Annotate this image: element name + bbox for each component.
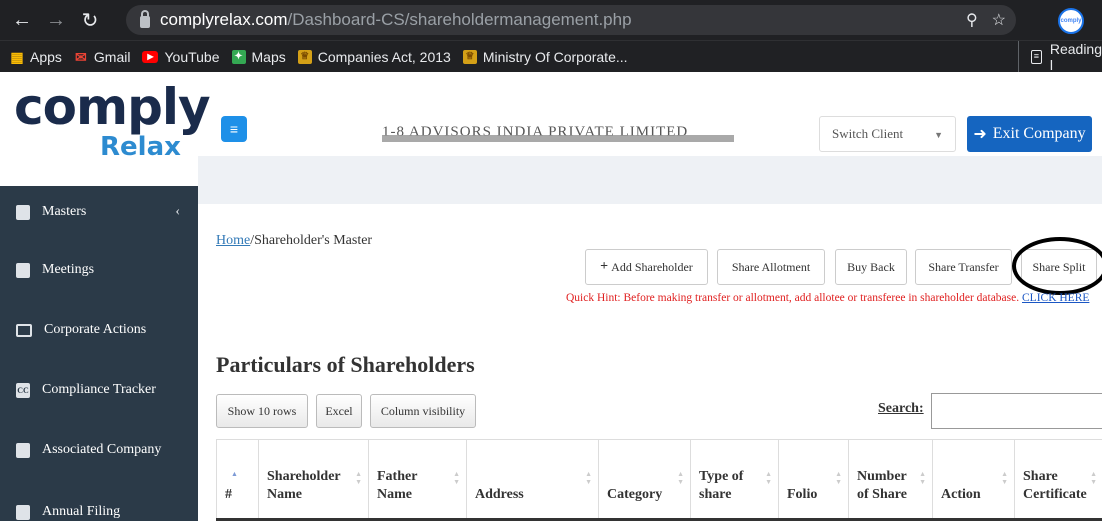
file-icon (16, 504, 30, 520)
logo[interactable]: comply Relax (0, 72, 211, 186)
table-header-number-of-share[interactable]: Number of Share ▲ ▼ (849, 440, 933, 521)
sidebar-item-associated-company[interactable]: Associated Company (0, 430, 198, 470)
share-transfer-button[interactable]: Share Transfer (915, 249, 1012, 285)
building-icon (16, 442, 30, 458)
sidebar-item-corporate-actions[interactable]: Corporate Actions (0, 310, 198, 350)
url-path: /Dashboard-CS/shareholdermanagement.php (287, 10, 632, 29)
book-icon (16, 204, 30, 220)
shareholders-table: # ▲ Shareholder Name ▲ ▼ Father Name ▲ ▼ Add… (216, 439, 1102, 521)
forward-arrow-icon[interactable]: → (42, 6, 70, 34)
show-rows-button[interactable]: Show 10 rows (216, 394, 308, 428)
youtube-icon: ▶ (142, 50, 159, 63)
sort-icon: ▲ ▼ (1090, 470, 1097, 486)
sidebar: Masters ‹ Meetings Corporate Actions CC … (0, 186, 198, 521)
content-top-band (198, 156, 1102, 204)
url-domain: complyrelax.com (160, 10, 288, 29)
cc-icon: CC (16, 382, 30, 398)
breadcrumb-current: /Shareholder's Master (250, 233, 373, 248)
sign-out-icon: ➜ (973, 126, 987, 143)
national-emblem-icon: ♕ (297, 49, 312, 64)
reload-icon[interactable]: ↻ (76, 6, 104, 34)
gmail-icon: ✉ (75, 48, 87, 65)
logo-relax-text: Relax (100, 132, 181, 162)
click-here-link[interactable]: CLICK HERE (1022, 292, 1089, 304)
company-name-redaction (382, 135, 734, 142)
briefcase-icon (16, 262, 30, 278)
sidebar-item-compliance-tracker[interactable]: CC Compliance Tracker (0, 370, 198, 410)
reading-list[interactable]: ≡ Reading l (1018, 41, 1102, 73)
page-title: Particulars of Shareholders (216, 352, 475, 377)
table-header-share-certificate[interactable]: Share Certificate ▲ ▼ (1015, 440, 1102, 521)
caret-down-icon: ▼ (934, 130, 943, 140)
bookmark-youtube[interactable]: ▶ YouTube (142, 49, 220, 65)
sort-icon: ▲ ▼ (585, 470, 592, 486)
sort-icon: ▲ ▼ (677, 470, 684, 486)
share-allotment-button[interactable]: Share Allotment (717, 249, 825, 285)
bookmarks-bar: ▦ Apps ✉ Gmail ▶ YouTube ✦ Maps ♕ Companies A… (0, 40, 1102, 73)
sidebar-item-masters[interactable]: Masters ‹ (0, 192, 198, 232)
address-bar[interactable]: complyrelax.com/Dashboard-CS/shareholder… (126, 5, 1016, 35)
breadcrumb-home-link[interactable]: Home (216, 233, 250, 248)
sidebar-item-annual-filing[interactable]: Annual Filing (0, 492, 198, 521)
search-label: Search: (878, 401, 924, 416)
table-header-father-name[interactable]: Father Name ▲ ▼ (369, 440, 467, 521)
highlight-circle (1012, 237, 1102, 295)
maps-icon: ✦ (231, 49, 246, 64)
chevron-left-icon: ‹ (175, 204, 180, 219)
bookmark-apps[interactable]: ▦ Apps (10, 49, 62, 65)
exit-company-button[interactable]: ➜ Exit Company (967, 116, 1092, 152)
table-header-folio[interactable]: Folio ▲ ▼ (779, 440, 849, 521)
sort-icon: ▲ (231, 470, 238, 478)
profile-avatar[interactable]: comply (1058, 8, 1084, 34)
sort-icon: ▲ ▼ (355, 470, 362, 486)
sidebar-item-meetings[interactable]: Meetings (0, 250, 198, 290)
search-input[interactable] (931, 393, 1102, 429)
hamburger-icon: ≡ (229, 121, 239, 137)
buy-back-button[interactable]: Buy Back (835, 249, 907, 285)
breadcrumb: Home/Shareholder's Master (216, 233, 372, 249)
apps-grid-icon: ▦ (10, 48, 24, 65)
browser-toolbar: ← → ↻ complyrelax.com/Dashboard-CS/share… (0, 0, 1102, 40)
reading-list-icon: ≡ (1031, 50, 1042, 64)
bookmark-gmail[interactable]: ✉ Gmail (74, 48, 130, 65)
sort-icon: ▲ ▼ (919, 470, 926, 486)
bookmark-maps[interactable]: ✦ Maps (231, 49, 286, 65)
menu-toggle-button[interactable]: ≡ (221, 116, 247, 142)
national-emblem-icon: ♕ (462, 49, 477, 64)
zoom-icon[interactable]: ⚲ (966, 10, 978, 30)
table-header-shareholder-name[interactable]: Shareholder Name ▲ ▼ (259, 440, 369, 521)
bookmark-ministry[interactable]: ♕ Ministry Of Corporate... (462, 49, 628, 65)
table-header-index[interactable]: # ▲ (217, 440, 259, 521)
plus-icon: + (600, 259, 609, 274)
back-arrow-icon[interactable]: ← (8, 6, 36, 34)
monitor-icon (16, 323, 32, 337)
sort-icon: ▲ ▼ (453, 470, 460, 486)
sort-icon: ▲ ▼ (765, 470, 772, 486)
table-header-category[interactable]: Category ▲ ▼ (599, 440, 691, 521)
bookmark-companies-act[interactable]: ♕ Companies Act, 2013 (297, 49, 451, 65)
table-header-type-of-share[interactable]: Type of share ▲ ▼ (691, 440, 779, 521)
excel-export-button[interactable]: Excel (316, 394, 362, 428)
quick-hint: Quick Hint: Before making transfer or al… (566, 292, 1090, 304)
star-icon[interactable]: ☆ (992, 10, 1006, 30)
switch-client-select[interactable]: Switch Client ▼ (819, 116, 956, 152)
lock-icon (140, 10, 150, 28)
sort-icon: ▲ ▼ (1001, 470, 1008, 486)
logo-comply-text: comply (14, 78, 211, 136)
table-header-address[interactable]: Address ▲ ▼ (467, 440, 599, 521)
add-shareholder-button[interactable]: + Add Shareholder (585, 249, 708, 285)
table-header-action[interactable]: Action ▲ ▼ (933, 440, 1015, 521)
column-visibility-button[interactable]: Column visibility (370, 394, 476, 428)
sort-icon: ▲ ▼ (835, 470, 842, 486)
